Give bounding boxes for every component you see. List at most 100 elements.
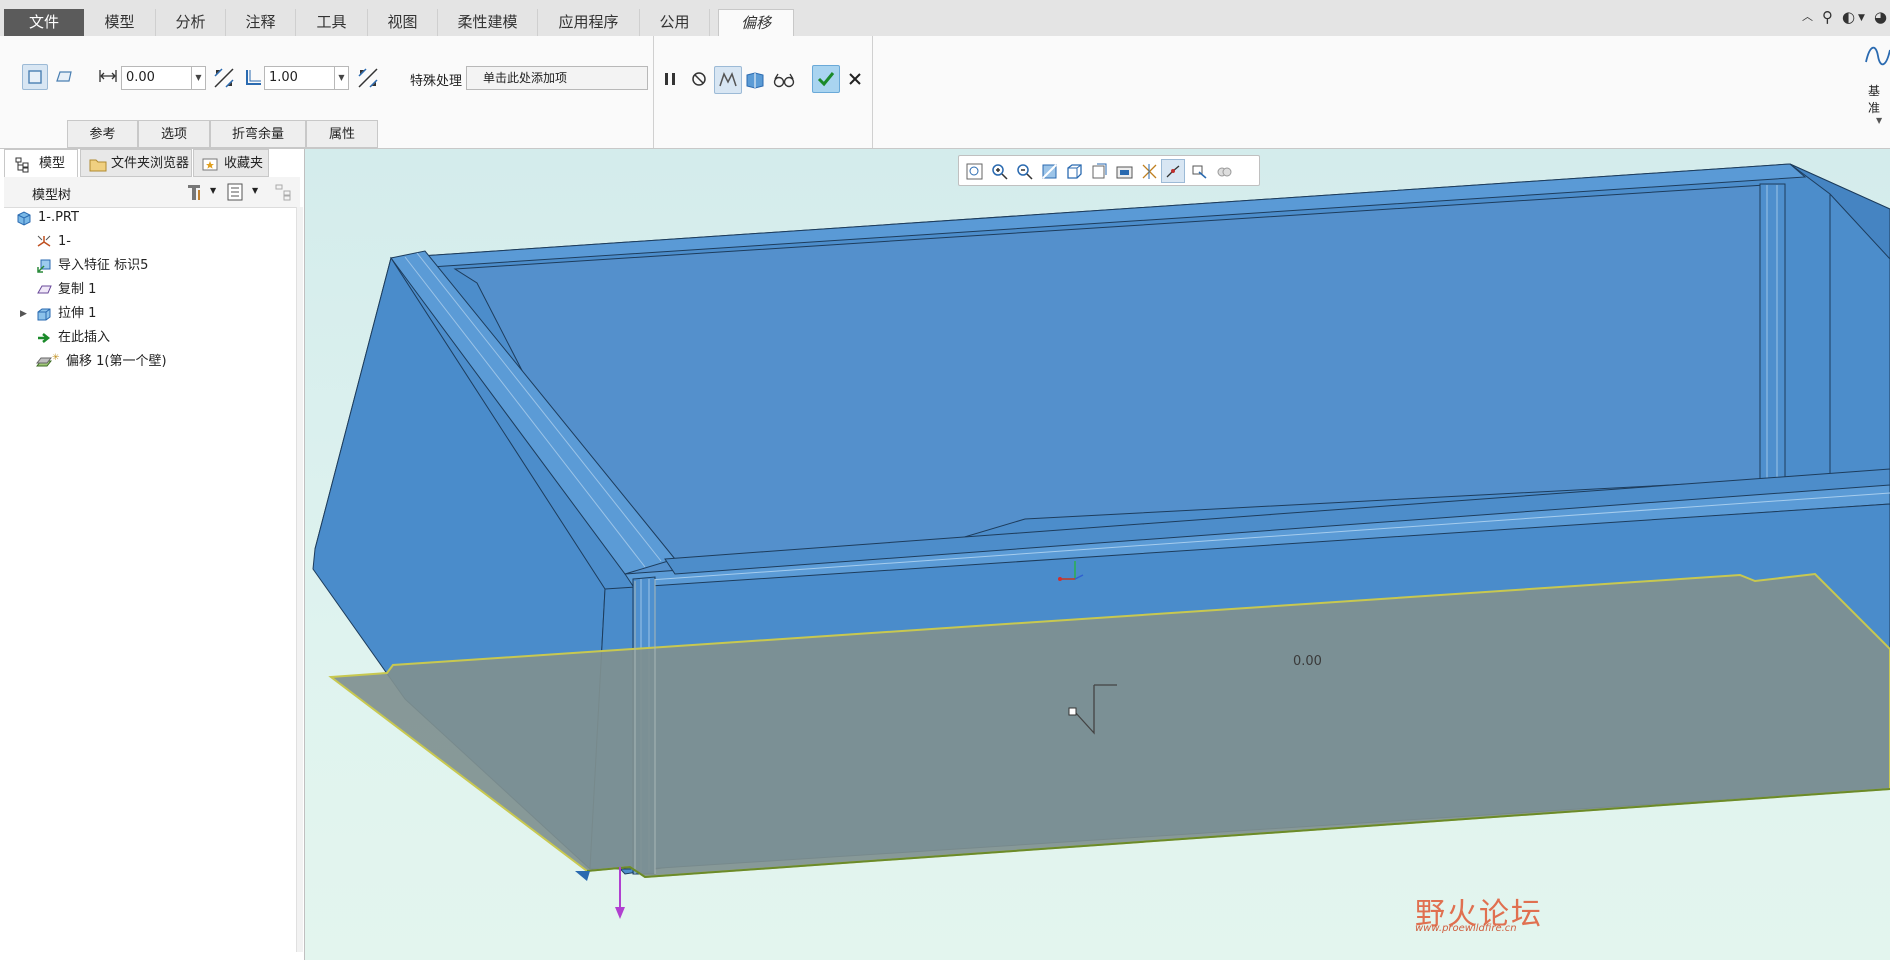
zoom-out-icon[interactable] [1016, 163, 1033, 180]
spin-center-icon[interactable] [1191, 163, 1208, 180]
divider [653, 36, 654, 148]
tree-header-label: 模型树 [32, 188, 72, 203]
tree-filter-icon[interactable] [274, 182, 294, 202]
view-manager-icon[interactable] [1116, 163, 1133, 180]
display-style-icon[interactable] [1066, 163, 1083, 180]
annotation-display-icon [1166, 165, 1180, 178]
offset-wall-icon [36, 357, 52, 367]
appearance-gallery-icon[interactable] [1216, 163, 1233, 180]
favorites-icon [202, 158, 218, 171]
tab-tools[interactable]: 工具 [296, 9, 368, 36]
offset-dashboard: 0.00 ▼ 1.00 ▼ 特殊处理 单击此处添加项 基准 ▼ 参考 选项 折弯… [0, 36, 1890, 149]
tree-item-label: 在此插入 [58, 330, 111, 345]
expand-arrow-icon[interactable]: ▶ [20, 303, 27, 325]
tree-item-label: 偏移 1(第一个壁) [66, 354, 167, 369]
special-handling-label: 特殊处理 [410, 74, 463, 89]
tab-folder-browser-label: 文件夹浏览器 [111, 156, 190, 171]
distance-icon [99, 70, 117, 82]
dropdown-arrow-icon[interactable]: ▼ [1858, 13, 1865, 23]
settings-dropdown-icon[interactable]: ▼ [210, 186, 216, 195]
tree-toolbar: 模型树 ▼ ▼ [4, 177, 300, 208]
graphics-viewport[interactable]: 0.00 野火论坛 www.proewildfire.cn [305, 149, 1890, 960]
csys-icon [37, 235, 51, 247]
datum-group-label[interactable]: 基准 [1868, 82, 1890, 116]
special-handling-collector[interactable]: 单击此处添加项 [466, 66, 648, 90]
subtab-references[interactable]: 参考 [67, 120, 138, 148]
tab-analysis[interactable]: 分析 [156, 9, 226, 36]
distance-input[interactable]: 0.00 [121, 66, 192, 90]
distance-dropdown[interactable]: ▼ [192, 66, 206, 90]
copy-surface-icon [37, 285, 52, 294]
help-circle-icon[interactable]: ◕ [1874, 8, 1887, 26]
offset-surface-icon [28, 70, 42, 84]
navigator-panel: 模型树 文件夹浏览器 收藏夹 模型树 ▼ ▼ 1-.PRT [0, 149, 305, 960]
settings-tools-icon[interactable] [184, 182, 204, 202]
part-icon [17, 211, 31, 226]
thickness-input[interactable]: 1.00 [264, 66, 335, 90]
tab-model-tree[interactable]: 模型树 [4, 149, 78, 199]
subtab-properties[interactable]: 属性 [306, 120, 378, 148]
model-tree-icon [15, 157, 29, 173]
tab-view[interactable]: 视图 [368, 9, 438, 36]
tree-item-label: 拉伸 1 [58, 306, 97, 321]
tab-public[interactable]: 公用 [640, 9, 710, 36]
search-icon[interactable]: ⚲ [1822, 8, 1833, 26]
collapse-ribbon-icon[interactable]: ︿ [1802, 8, 1813, 24]
tab-file[interactable]: 文件 [4, 9, 84, 36]
cancel-x-icon[interactable] [848, 72, 862, 86]
tab-offset[interactable]: 偏移 [718, 9, 794, 36]
ribbon-tab-bar: 文件 模型 分析 注释 工具 视图 柔性建模 应用程序 公用 偏移 ︿ ⚲ ◐ … [0, 0, 1890, 37]
geometry-preview-icon [719, 72, 737, 87]
offset-surface-type-button[interactable] [22, 64, 48, 90]
datum-dropdown-icon[interactable]: ▼ [1876, 116, 1882, 125]
view-toolbar [958, 155, 1260, 186]
tab-favorites-label: 收藏夹 [224, 156, 264, 171]
saved-orientations-icon[interactable] [1091, 163, 1108, 180]
thickness-dropdown[interactable]: ▼ [335, 66, 349, 90]
insert-here-arrow-icon [38, 333, 51, 343]
zoom-in-icon[interactable] [991, 163, 1008, 180]
new-feature-star-icon: ✳ [52, 353, 60, 363]
tab-folder-browser[interactable]: 文件夹浏览器 [80, 149, 192, 177]
datum-curve-icon[interactable] [1864, 42, 1890, 70]
show-dropdown-icon[interactable]: ▼ [252, 186, 258, 195]
subtab-options[interactable]: 选项 [138, 120, 210, 148]
subtab-bend-allowance[interactable]: 折弯余量 [210, 120, 306, 148]
extrude-icon [37, 308, 51, 321]
pause-icon[interactable] [662, 70, 678, 88]
no-preview-icon[interactable] [690, 70, 708, 88]
thickness-icon [246, 70, 261, 85]
check-icon [817, 72, 835, 87]
folder-icon [89, 159, 107, 172]
divider [872, 36, 873, 148]
offset-dimension-label[interactable]: 0.00 [1293, 654, 1322, 669]
import-feature-icon [37, 259, 51, 273]
model-geometry[interactable] [305, 149, 1890, 960]
forum-watermark: 野火论坛 www.proewildfire.cn [1415, 889, 1595, 934]
tab-model[interactable]: 模型 [84, 9, 156, 36]
repaint-icon[interactable] [1041, 163, 1058, 180]
help-icon[interactable]: ◐ [1842, 8, 1855, 26]
annotation-display-toggle[interactable] [1161, 159, 1185, 183]
tab-favorites[interactable]: 收藏夹 [193, 149, 269, 177]
flip-thickness-icon[interactable] [356, 66, 380, 90]
offset-edge-type-button[interactable] [52, 64, 78, 90]
tree-item-label: 导入特征 标识5 [58, 258, 149, 273]
flip-direction-icon[interactable] [212, 66, 236, 90]
tree-scrollbar[interactable] [296, 207, 303, 952]
tree-item-label: 1-.PRT [38, 210, 79, 225]
verify-mode-glasses-icon[interactable] [772, 69, 796, 91]
tab-flexible-modeling[interactable]: 柔性建模 [438, 9, 538, 36]
tree-item-label: 复制 1 [58, 282, 97, 297]
tab-applications[interactable]: 应用程序 [538, 9, 640, 36]
show-list-icon[interactable] [226, 182, 244, 202]
tree-item-label: 1- [58, 234, 71, 249]
refit-icon[interactable] [966, 163, 983, 180]
feature-preview-icon[interactable] [744, 69, 766, 91]
datum-display-icon[interactable] [1141, 163, 1158, 180]
offset-edge-icon [56, 71, 72, 82]
tab-annotate[interactable]: 注释 [226, 9, 296, 36]
ok-button[interactable] [812, 65, 840, 93]
geometry-preview-button[interactable] [714, 66, 742, 94]
watermark-url: www.proewildfire.cn [1415, 923, 1517, 934]
